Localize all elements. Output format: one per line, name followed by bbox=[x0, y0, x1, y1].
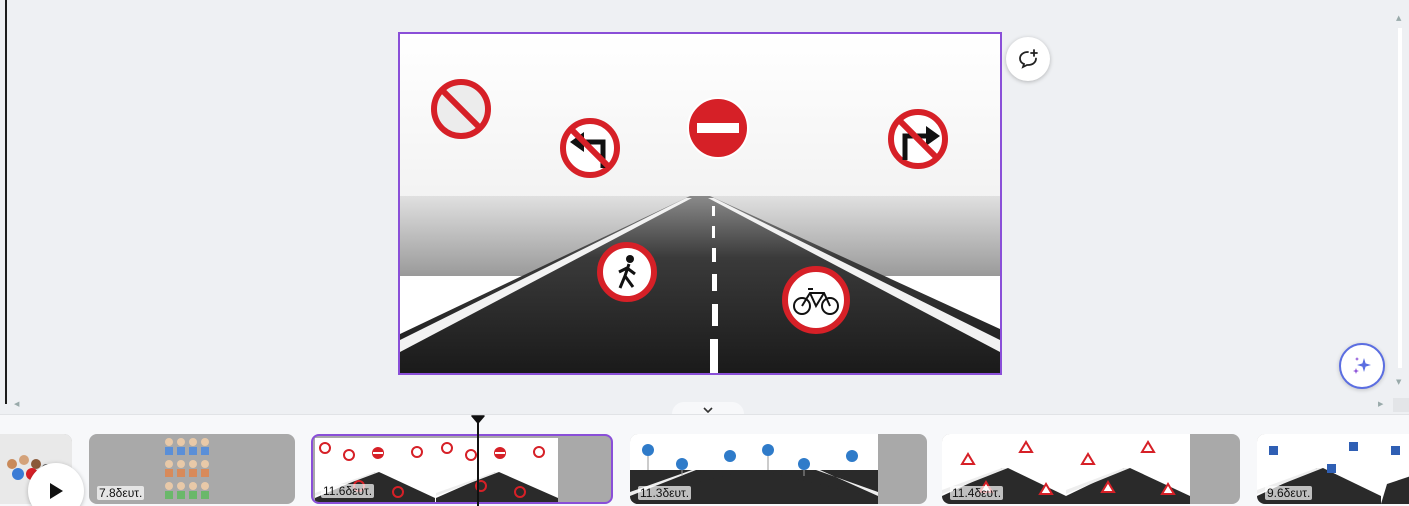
chevron-down-icon bbox=[703, 407, 713, 413]
add-comment-button[interactable] bbox=[1006, 37, 1050, 81]
scrollbar-corner bbox=[1393, 398, 1409, 412]
timeline-clip-selected[interactable]: 11.6δευτ. bbox=[311, 434, 613, 504]
scroll-down-arrow-icon[interactable]: ▼ bbox=[1396, 378, 1401, 386]
clip-duration: 11.3δευτ. bbox=[638, 486, 692, 500]
magic-assistant-button[interactable] bbox=[1339, 343, 1385, 389]
play-icon bbox=[50, 483, 63, 499]
comment-add-icon bbox=[1019, 49, 1038, 69]
no-left-turn-sign bbox=[560, 118, 620, 178]
no-entry-sign bbox=[687, 97, 749, 159]
timeline: 7.8δευτ. 11.6δευτ. 11.3δευτ. 11.4δευτ. 9… bbox=[0, 414, 1409, 506]
timeline-clip[interactable]: 11.3δευτ. bbox=[630, 434, 927, 504]
timeline-clip[interactable]: 7.8δευτ. bbox=[89, 434, 295, 504]
video-editor: ▲ ▼ ◀ ▶ 7.8δευτ. 11.6δευτ. 11.3δευτ. 11.… bbox=[0, 0, 1409, 506]
slide-canvas[interactable] bbox=[398, 32, 1002, 375]
clip-duration: 9.6δευτ. bbox=[1265, 486, 1313, 500]
scroll-right-arrow-icon[interactable]: ▶ bbox=[1378, 400, 1383, 408]
no-vehicles-sign bbox=[431, 79, 491, 139]
no-pedestrians-sign bbox=[597, 242, 657, 302]
no-bicycles-sign bbox=[782, 266, 850, 334]
clip-duration: 11.6δευτ. bbox=[321, 484, 375, 498]
slide-artwork bbox=[400, 34, 1000, 373]
playhead[interactable] bbox=[477, 423, 479, 506]
scroll-left-arrow-icon[interactable]: ◀ bbox=[14, 400, 19, 408]
clip-thumbnail bbox=[159, 434, 221, 504]
panel-divider bbox=[5, 0, 7, 404]
timeline-clip[interactable]: 11.4δευτ. bbox=[942, 434, 1240, 504]
vertical-scrollbar[interactable]: ▲ ▼ bbox=[1392, 0, 1409, 404]
scroll-up-arrow-icon[interactable]: ▲ bbox=[1396, 14, 1401, 22]
playhead-handle-icon[interactable] bbox=[471, 415, 485, 424]
no-right-turn-sign bbox=[888, 109, 948, 169]
clip-duration: 11.4δευτ. bbox=[950, 486, 1004, 500]
sparkle-icon bbox=[1353, 357, 1371, 374]
timeline-clip[interactable]: 9.6δευτ. bbox=[1257, 434, 1409, 504]
scrollbar-thumb[interactable] bbox=[1398, 28, 1402, 368]
clip-duration: 7.8δευτ. bbox=[97, 486, 145, 500]
